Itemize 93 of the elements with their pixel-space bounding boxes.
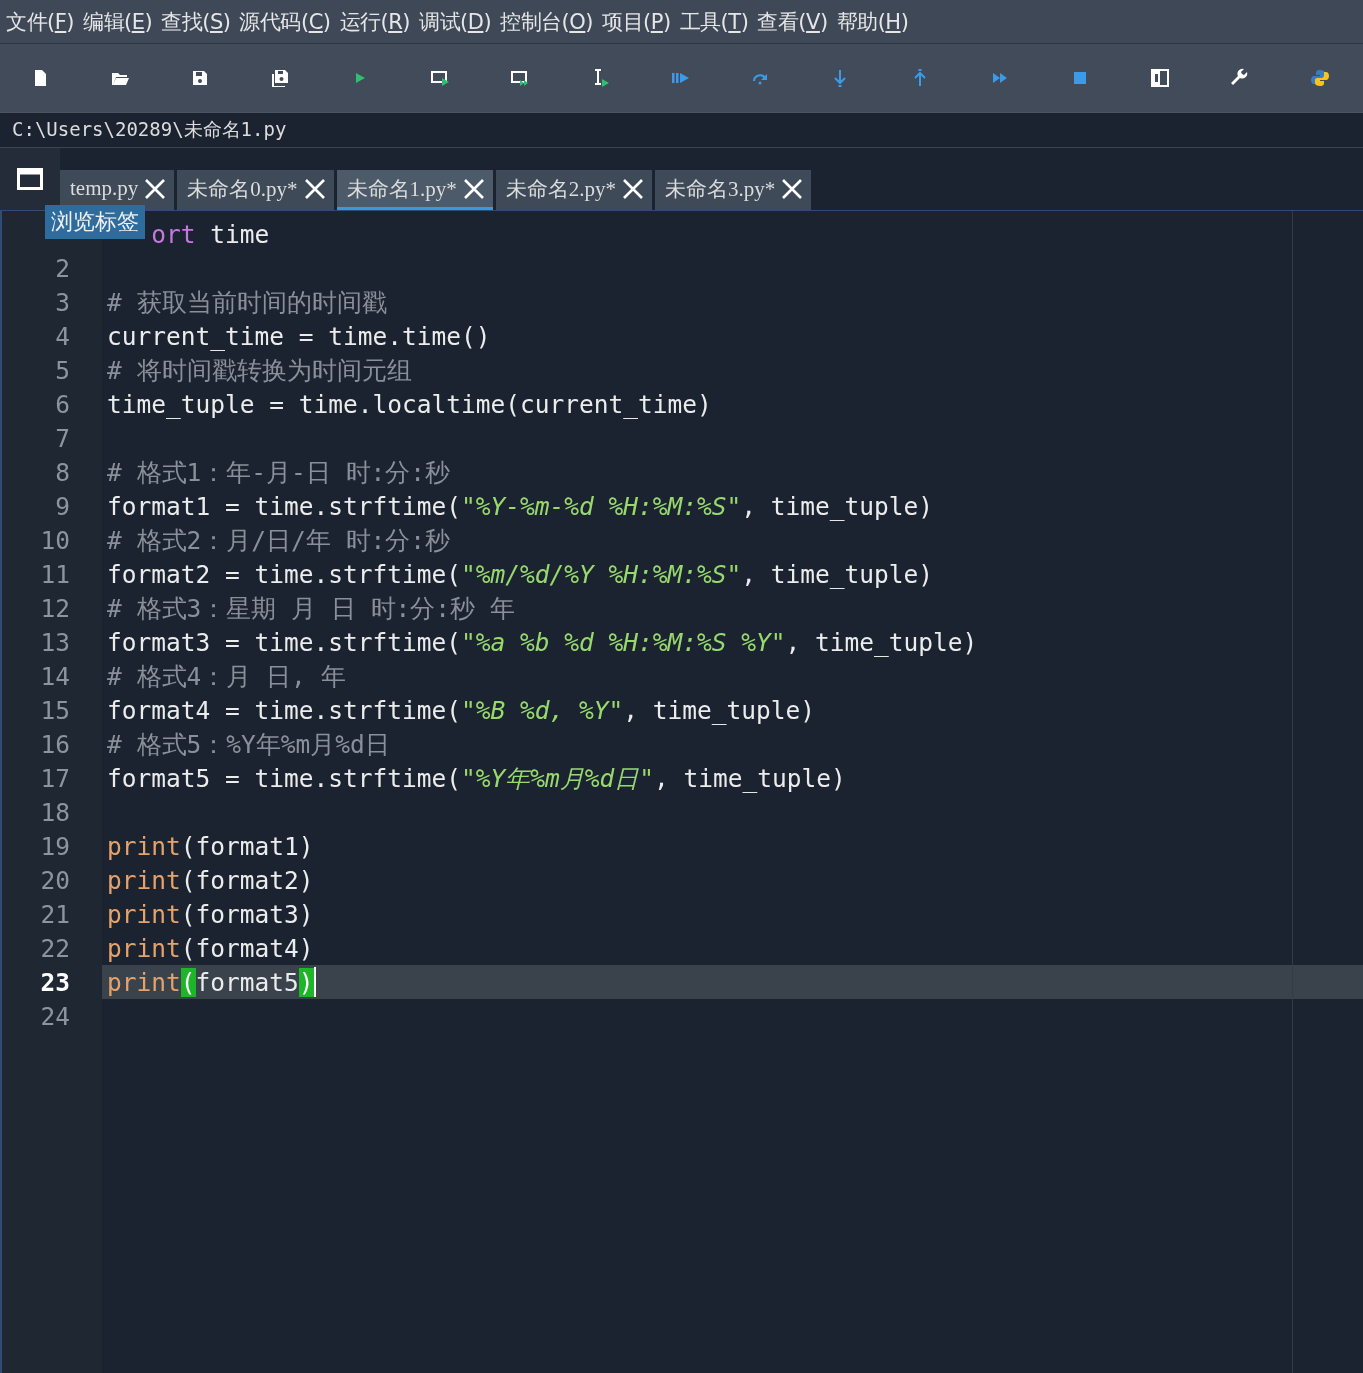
code-text: format4 = time.strftime( bbox=[107, 695, 461, 725]
builtin-name: print bbox=[107, 933, 181, 963]
string-literal: "%Y-%m-%d %H:%M:%S" bbox=[461, 491, 742, 521]
code-text: (format4) bbox=[180, 933, 314, 963]
line-number: 14 bbox=[39, 660, 71, 693]
code-text: (format3) bbox=[180, 899, 314, 929]
code-comment: # 获取当前时间的时间戳 bbox=[107, 286, 387, 319]
menu-item[interactable]: 帮助(H) bbox=[836, 7, 909, 36]
tooltip: 浏览标签 bbox=[45, 205, 145, 239]
line-number: 13 bbox=[39, 626, 71, 659]
close-icon[interactable] bbox=[303, 177, 326, 200]
menu-item[interactable]: 源代码(C) bbox=[239, 7, 331, 36]
builtin-name: print bbox=[107, 865, 181, 895]
matched-bracket: ) bbox=[298, 967, 314, 997]
keyword: ort bbox=[151, 219, 196, 249]
close-icon[interactable] bbox=[781, 177, 804, 200]
menu-item[interactable]: 查找(S) bbox=[161, 7, 231, 36]
code-text: , time_tuple) bbox=[741, 491, 934, 521]
wrench-icon[interactable] bbox=[1230, 68, 1250, 88]
close-icon[interactable] bbox=[622, 177, 644, 200]
code-comment: # 格式1：年-月-日 时:分:秒 bbox=[107, 456, 450, 489]
code-text: format3 = time.strftime( bbox=[107, 627, 461, 657]
line-number: 17 bbox=[39, 762, 71, 795]
code-text: , time_tuple) bbox=[654, 763, 846, 793]
line-number: 8 bbox=[54, 456, 71, 489]
python-logo-icon[interactable] bbox=[1310, 68, 1330, 88]
string-literal: "%B %d, %Y" bbox=[461, 695, 624, 725]
menu-item[interactable]: 控制台(O) bbox=[500, 7, 594, 36]
line-number: 2 bbox=[54, 252, 71, 285]
code-text: (format1) bbox=[180, 831, 314, 861]
code-text: time bbox=[209, 219, 270, 249]
line-number: 21 bbox=[39, 898, 71, 931]
menu-item[interactable]: 查看(V) bbox=[757, 7, 828, 36]
code-text: format5 = time.strftime( bbox=[107, 763, 461, 793]
menu-item[interactable]: 项目(P) bbox=[602, 7, 671, 36]
tab-list-icon[interactable] bbox=[17, 168, 43, 190]
save-all-icon[interactable] bbox=[270, 68, 290, 88]
string-literal: "%a %b %d %H:%M:%S %Y" bbox=[461, 627, 786, 657]
string-literal: "%Y年%m月%d日" bbox=[461, 762, 655, 795]
line-number: 16 bbox=[39, 728, 71, 761]
builtin-name: print bbox=[107, 899, 181, 929]
line-number: 23 bbox=[39, 966, 71, 999]
editor-tab[interactable]: temp.py bbox=[60, 170, 175, 210]
builtin-name: print bbox=[107, 967, 181, 997]
editor-tab[interactable]: 未命名0.py* bbox=[177, 170, 334, 210]
run-cell-icon[interactable] bbox=[430, 68, 450, 88]
code-text: format5 bbox=[195, 967, 299, 997]
code-comment: # 格式2：月/日/年 时:分:秒 bbox=[107, 524, 450, 557]
line-number: 12 bbox=[39, 592, 71, 625]
line-number: 19 bbox=[39, 830, 71, 863]
code-text: , time_tuple) bbox=[785, 627, 978, 657]
menu-item[interactable]: 运行(R) bbox=[339, 7, 410, 36]
line-number: 5 bbox=[54, 354, 71, 387]
code-comment: # 格式5：%Y年%m月%d日 bbox=[107, 728, 390, 761]
code-comment: # 格式4：月 日, 年 bbox=[107, 660, 346, 693]
close-icon[interactable] bbox=[462, 177, 485, 200]
editor-tab[interactable]: 未命名2.py* bbox=[495, 170, 652, 210]
code-text: format2 = time.strftime( bbox=[107, 559, 461, 589]
line-number: 11 bbox=[39, 558, 71, 591]
editor-tab[interactable]: 未命名1.py* bbox=[336, 170, 493, 210]
line-number: 24 bbox=[39, 1000, 71, 1033]
line-number: 15 bbox=[39, 694, 71, 727]
code-text: format1 = time.strftime( bbox=[107, 491, 461, 521]
line-number: 6 bbox=[54, 388, 71, 421]
code-comment: # 将时间戳转换为时间元组 bbox=[107, 354, 412, 387]
menu-item[interactable]: 文件(F) bbox=[6, 7, 74, 36]
line-number: 4 bbox=[54, 320, 71, 353]
code-text: current_time = time.time() bbox=[107, 321, 491, 351]
text-cursor bbox=[313, 967, 316, 997]
panel-icon[interactable] bbox=[1150, 68, 1170, 88]
code-comment: # 格式3：星期 月 日 时:分:秒 年 bbox=[107, 592, 515, 625]
code-text: (format2) bbox=[180, 865, 314, 895]
matched-bracket: ( bbox=[180, 967, 196, 997]
line-number: 7 bbox=[54, 422, 71, 455]
file-path: C:\Users\20289\未命名1.py bbox=[12, 117, 287, 142]
code-text: , time_tuple) bbox=[623, 695, 816, 725]
save-icon[interactable] bbox=[190, 68, 210, 88]
menu-item[interactable]: 调试(D) bbox=[419, 7, 492, 36]
line-number: 20 bbox=[39, 864, 71, 897]
code-text: time_tuple = time.localtime(current_time) bbox=[107, 389, 712, 419]
string-literal: "%m/%d/%Y %H:%M:%S" bbox=[461, 559, 742, 589]
menu-item[interactable]: 工具(T) bbox=[679, 7, 749, 36]
line-number: 3 bbox=[54, 286, 71, 319]
line-number: 9 bbox=[54, 490, 71, 523]
menu-item[interactable]: 编辑(E) bbox=[83, 7, 153, 36]
line-number: 18 bbox=[39, 796, 71, 829]
line-number: 22 bbox=[39, 932, 71, 965]
editor-tab[interactable]: 未命名3.py* bbox=[655, 170, 812, 210]
close-icon[interactable] bbox=[144, 177, 167, 200]
code-text: , time_tuple) bbox=[741, 559, 934, 589]
run-cell-advance-icon[interactable] bbox=[510, 68, 530, 88]
line-number: 10 bbox=[39, 524, 71, 557]
builtin-name: print bbox=[107, 831, 181, 861]
